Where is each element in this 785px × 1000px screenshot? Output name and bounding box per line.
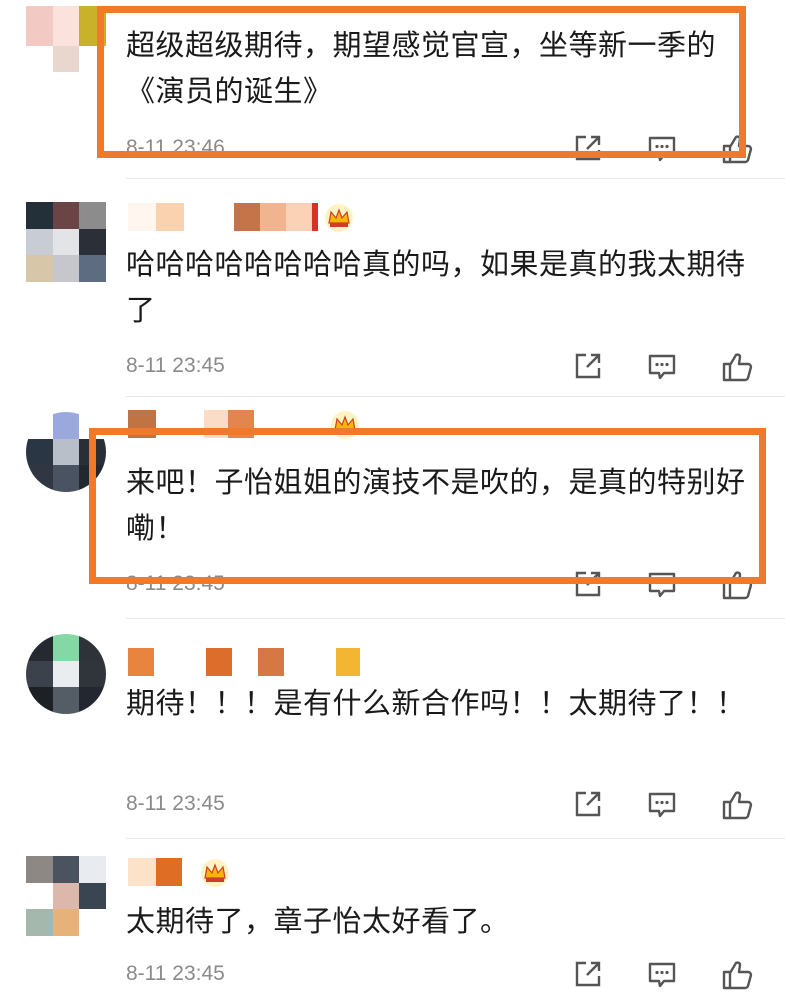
comment-icon[interactable] — [646, 958, 682, 994]
comment-time: 8-11 23:45 — [126, 962, 225, 985]
divider — [126, 178, 785, 179]
thumbs-up-icon[interactable] — [720, 568, 756, 604]
comment-text: 哈哈哈哈哈哈哈哈真的吗，如果是真的我太期待了 — [126, 247, 746, 327]
username[interactable] — [128, 203, 354, 232]
username[interactable] — [128, 858, 230, 887]
comment-text: 超级超级期待，期望感觉官宣，坐等新一季的《演员的诞生》 — [126, 28, 717, 108]
divider — [126, 618, 785, 619]
comment-icon[interactable] — [646, 788, 682, 824]
vip-crown-icon — [200, 858, 230, 887]
vip-crown-icon — [330, 410, 360, 439]
comment-actions — [568, 958, 768, 994]
comment-time: 8-11 23:45 — [126, 572, 225, 590]
avatar[interactable] — [26, 856, 106, 936]
avatar[interactable] — [26, 412, 106, 492]
comment-time: 8-11 23:45 — [126, 354, 225, 377]
share-icon[interactable] — [572, 958, 608, 994]
divider — [126, 838, 785, 839]
comment-text: 来吧！子怡姐姐的演技不是吹的，是真的特别好嘞！ — [126, 465, 746, 545]
thumbs-up-icon[interactable] — [720, 788, 756, 824]
comment-text: 太期待了，章子怡太好看了。 — [126, 904, 510, 938]
comment-icon[interactable] — [646, 568, 682, 604]
comment-icon[interactable] — [646, 350, 682, 386]
divider — [126, 396, 785, 397]
share-icon[interactable] — [572, 568, 608, 604]
comment-actions — [568, 788, 768, 824]
share-icon[interactable] — [572, 132, 608, 168]
username[interactable] — [128, 410, 360, 439]
share-icon[interactable] — [572, 788, 608, 824]
comment-time: 8-11 23:45 — [126, 792, 225, 815]
thumbs-up-icon[interactable] — [720, 958, 756, 994]
comment-actions — [568, 132, 768, 168]
username[interactable] — [128, 648, 360, 676]
share-icon[interactable] — [572, 350, 608, 386]
thumbs-up-icon[interactable] — [720, 350, 756, 386]
avatar[interactable] — [26, 202, 106, 282]
avatar-lower — [26, 46, 106, 72]
avatar[interactable] — [26, 6, 106, 46]
comment-item: 超级超级期待，期望感觉官宣，坐等新一季的《演员的诞生》 8-11 23:46 — [0, 0, 785, 179]
avatar[interactable] — [26, 634, 106, 714]
comment-icon[interactable] — [646, 132, 682, 168]
comment-time: 8-11 23:46 — [126, 136, 225, 159]
comment-text: 期待！！！是有什么新合作吗！！太期待了！！ — [126, 686, 746, 720]
comment-actions — [568, 568, 768, 604]
comment-actions — [568, 350, 768, 386]
vip-crown-icon — [324, 203, 354, 232]
thumbs-up-icon[interactable] — [720, 132, 756, 168]
